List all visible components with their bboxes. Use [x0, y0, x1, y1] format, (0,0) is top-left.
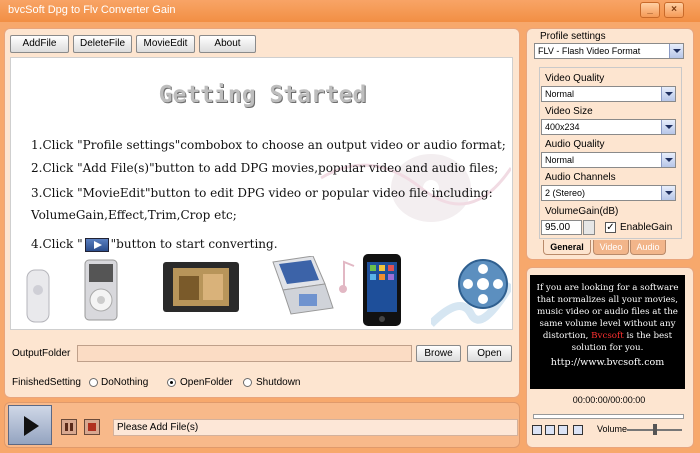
volume-gain-input[interactable]: 95.00 [541, 220, 582, 235]
film-reel-image [431, 259, 511, 327]
seek-slider[interactable] [533, 414, 684, 419]
output-folder-label: OutputFolder [12, 348, 71, 359]
preview-line: If you are looking for a software [536, 283, 679, 293]
video-size-label: Video Size [545, 106, 593, 117]
step-4-suffix: "button to start converting. [110, 237, 278, 251]
preview-line: solution for you. [571, 343, 644, 353]
preview-url: http://www.bvcsoft.com [550, 357, 665, 368]
tab-audio[interactable]: Audio [630, 240, 666, 255]
preview-line: same volume level without any [539, 319, 676, 329]
audio-channels-value: 2 (Stereo) [545, 188, 586, 198]
stop-icon[interactable] [84, 419, 100, 435]
time-display: 00:00:00/00:00:00 [572, 395, 646, 405]
preview-line-text: is the best [623, 331, 673, 341]
dropdown-arrow-icon [661, 87, 675, 101]
movie-edit-button[interactable]: MovieEdit [136, 35, 195, 53]
dropdown-arrow-icon [661, 186, 675, 200]
dropdown-arrow-icon [661, 153, 675, 167]
close-icon[interactable]: × [664, 2, 684, 18]
play-icon [84, 237, 109, 252]
open-button[interactable]: Open [467, 345, 512, 362]
file-list-area[interactable]: Getting Started 1.Click "Profile setting… [10, 57, 513, 330]
tab-video[interactable]: Video [593, 240, 629, 255]
video-quality-label: Video Quality [545, 73, 605, 84]
pause-icon[interactable] [545, 425, 555, 435]
step-4-prefix: 4.Click " [31, 237, 83, 251]
minimize-icon[interactable]: _ [640, 2, 660, 18]
convert-play-button[interactable] [8, 405, 52, 445]
enable-gain-checkbox[interactable]: ✓ [605, 222, 616, 233]
snapshot-icon[interactable] [573, 425, 583, 435]
profile-format-select[interactable]: FLV - Flash Video Format [534, 43, 684, 59]
ipod-device-image [84, 259, 118, 321]
step-2-text: 2.Click "Add File(s)"button to add DPG m… [31, 161, 499, 175]
getting-started-title: Getting Started [158, 82, 367, 108]
radio-do-nothing-label: DoNothing [101, 377, 149, 388]
volume-gain-stepper[interactable] [583, 220, 595, 235]
radio-open-folder[interactable] [167, 378, 176, 387]
tab-general[interactable]: General [543, 240, 591, 255]
step-1-text: 1.Click "Profile settings"combobox to ch… [31, 138, 506, 152]
volume-label: Volume [597, 424, 628, 434]
audio-quality-select[interactable]: Normal [541, 152, 676, 168]
output-folder-field[interactable] [77, 345, 412, 362]
iphone-device-image [363, 254, 401, 326]
radio-shutdown[interactable] [243, 378, 252, 387]
preview-line: distortion, Bvcsoft is the best [533, 330, 682, 342]
profile-settings-label: Profile settings [540, 31, 606, 42]
music-note-decoration [339, 260, 355, 293]
about-button[interactable]: About [199, 35, 256, 53]
audio-quality-value: Normal [545, 155, 575, 165]
radio-open-folder-label: OpenFolder [180, 377, 233, 388]
volume-gain-label: VolumeGain(dB) [545, 206, 619, 217]
preview-screen: If you are looking for a software that n… [530, 275, 685, 389]
psp-device-image [26, 269, 50, 323]
step-3-text: 3.Click "MovieEdit"button to edit DPG vi… [31, 186, 493, 200]
play-icon[interactable] [532, 425, 542, 435]
volume-slider-knob[interactable] [653, 424, 657, 435]
audio-channels-select[interactable]: 2 (Stereo) [541, 185, 676, 201]
nintendo-ds-device-image [272, 256, 334, 315]
preview-line: music video or audio files at the [537, 307, 678, 317]
delete-file-button[interactable]: DeleteFile [73, 35, 132, 53]
add-file-button[interactable]: AddFile [10, 35, 69, 53]
pause-icon[interactable] [61, 419, 77, 435]
window-title: bvcSoft Dpg to Flv Converter Gain [8, 4, 176, 16]
media-player-device-image [163, 262, 239, 312]
brand-name: Bvcsoft [591, 331, 624, 341]
dropdown-arrow-icon [661, 120, 675, 134]
step-4-text: 4.Click " "button to start converting. [31, 237, 278, 252]
enable-gain-label: EnableGain [620, 222, 673, 233]
audio-quality-label: Audio Quality [545, 139, 605, 150]
stop-icon[interactable] [558, 425, 568, 435]
browse-button[interactable]: Browe [416, 345, 461, 362]
video-quality-select[interactable]: Normal [541, 86, 676, 102]
audio-channels-label: Audio Channels [545, 172, 616, 183]
video-quality-value: Normal [545, 89, 575, 99]
step-3-detail-text: VolumeGain,Effect,Trim,Crop etc; [31, 208, 237, 222]
status-text: Please Add File(s) [113, 419, 518, 436]
radio-do-nothing[interactable] [89, 378, 98, 387]
preview-line-text: distortion, [542, 331, 592, 341]
preview-line: that normalizes all your movies, [536, 295, 679, 305]
profile-format-value: FLV - Flash Video Format [538, 46, 641, 56]
dropdown-arrow-icon [669, 44, 683, 58]
video-size-value: 400x234 [545, 122, 580, 132]
finished-setting-label: FinishedSetting [12, 377, 81, 388]
radio-shutdown-label: Shutdown [256, 377, 301, 388]
video-size-select[interactable]: 400x234 [541, 119, 676, 135]
